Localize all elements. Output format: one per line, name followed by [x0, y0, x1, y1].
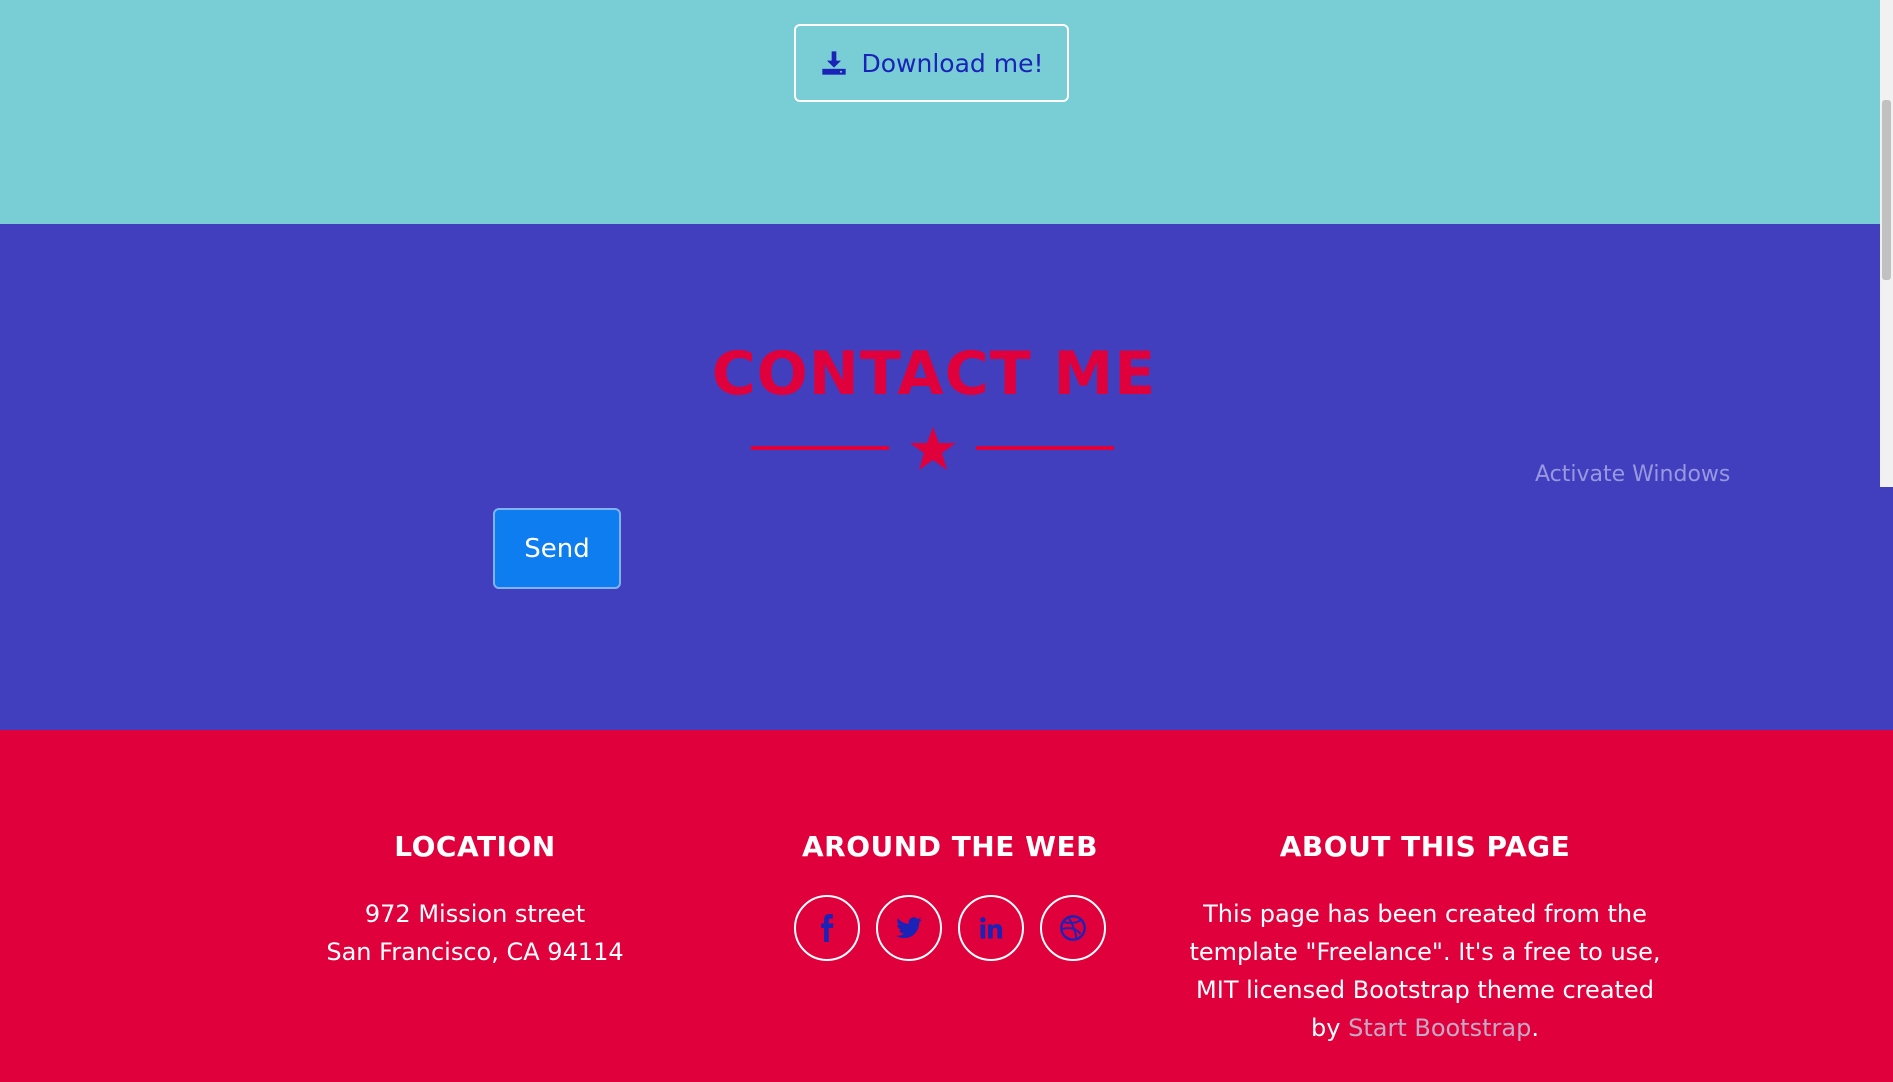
download-label: Download me! — [861, 48, 1044, 78]
contact-title: CONTACT ME — [711, 339, 1157, 409]
send-button[interactable]: Send — [493, 508, 621, 589]
footer-about: ABOUT THIS PAGE This page has been creat… — [1185, 830, 1665, 1047]
twitter-button[interactable] — [876, 895, 942, 961]
footer-web: AROUND THE WEB — [750, 830, 1150, 961]
about-heading: ABOUT THIS PAGE — [1279, 830, 1571, 863]
facebook-icon — [821, 914, 834, 942]
star-icon — [910, 427, 956, 470]
social-links — [750, 895, 1150, 961]
divider-line-left — [751, 446, 889, 450]
footer: LOCATION 972 Mission street San Francisc… — [0, 730, 1893, 1082]
download-icon — [821, 51, 846, 75]
linkedin-button[interactable] — [958, 895, 1024, 961]
dribbble-icon — [1060, 915, 1086, 941]
contact-section: CONTACT ME Send Activate Windows — [0, 224, 1893, 730]
linkedin-icon — [980, 917, 1003, 939]
web-heading: AROUND THE WEB — [802, 830, 1098, 863]
start-bootstrap-link[interactable]: Start Bootstrap — [1348, 1014, 1531, 1042]
divider-line-right — [976, 446, 1114, 450]
about-text: This page has been created from the temp… — [1185, 895, 1665, 1047]
activate-windows-watermark: Activate Windows — [1535, 462, 1731, 487]
location-heading: LOCATION — [394, 830, 556, 863]
download-section: Download me! — [0, 0, 1893, 224]
dribbble-button[interactable] — [1040, 895, 1106, 961]
download-button[interactable]: Download me! — [794, 24, 1069, 102]
scrollbar-thumb[interactable] — [1882, 100, 1891, 280]
footer-location: LOCATION 972 Mission street San Francisc… — [300, 830, 650, 971]
about-suffix: . — [1531, 1014, 1539, 1042]
facebook-button[interactable] — [794, 895, 860, 961]
location-line1: 972 Mission street — [364, 900, 586, 928]
scrollbar[interactable] — [1880, 0, 1893, 487]
location-line2: San Francisco, CA 94114 — [326, 938, 624, 966]
twitter-icon — [896, 917, 922, 939]
